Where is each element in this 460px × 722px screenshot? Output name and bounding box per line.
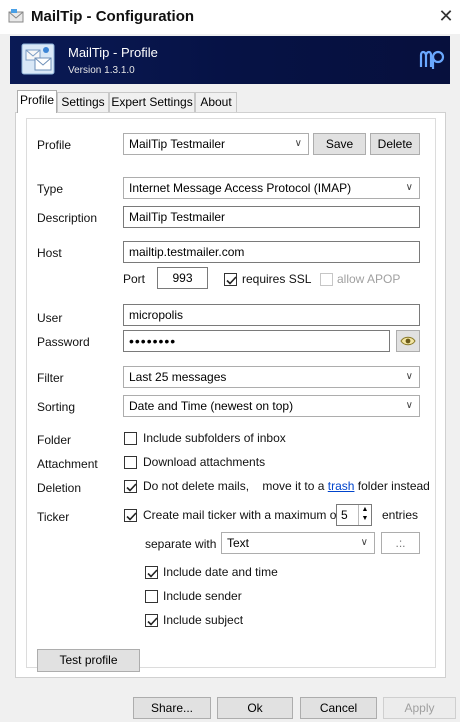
separate-with-label: separate with — [145, 537, 217, 551]
include-sender-label: Include sender — [163, 589, 242, 603]
password-label: Password — [37, 335, 90, 349]
download-attachments-checkbox[interactable] — [124, 456, 137, 469]
check-icon — [126, 483, 137, 492]
user-label: User — [37, 311, 63, 325]
ssl-label: requires SSL — [242, 272, 312, 286]
tab-about[interactable]: About — [195, 92, 237, 112]
include-subfolders-checkbox[interactable] — [124, 432, 137, 445]
banner-title: MailTip - Profile — [68, 45, 158, 60]
user-input[interactable]: micropolis — [123, 304, 420, 326]
create-ticker-checkbox[interactable] — [124, 509, 137, 522]
description-input[interactable]: MailTip Testmailer — [123, 206, 420, 228]
check-icon — [147, 569, 158, 578]
include-date-label: Include date and time — [163, 565, 278, 579]
ok-button[interactable]: Ok — [217, 697, 293, 719]
do-not-delete-suffix: folder instead — [357, 479, 430, 493]
tab-settings[interactable]: Settings — [57, 92, 109, 112]
type-select[interactable]: Internet Message Access Protocol (IMAP) … — [123, 177, 420, 199]
eye-icon-glyph — [400, 336, 416, 346]
password-input[interactable]: •••••••• — [123, 330, 390, 352]
chevron-down-icon: ∨ — [405, 182, 413, 193]
chevron-down-icon: ∨ — [294, 138, 302, 149]
attachment-label: Attachment — [37, 457, 98, 471]
include-subfolders-label: Include subfolders of inbox — [143, 431, 286, 445]
folder-label: Folder — [37, 433, 72, 447]
profile-group-box — [26, 118, 436, 668]
download-attachments-label: Download attachments — [143, 455, 266, 469]
stepper-arrows-icon[interactable]: ▲ ▼ — [358, 505, 371, 525]
eye-icon[interactable] — [396, 330, 420, 352]
apop-label: allow APOP — [337, 272, 401, 286]
filter-select-value: Last 25 messages — [129, 370, 227, 384]
delete-button[interactable]: Delete — [370, 133, 420, 155]
check-icon — [126, 512, 137, 521]
include-subject-checkbox[interactable] — [145, 614, 158, 627]
description-label: Description — [37, 211, 98, 225]
separator-input[interactable]: .:. — [381, 532, 420, 554]
close-icon[interactable]: ✕ — [436, 6, 456, 26]
ticker-max-value: 5 — [341, 508, 348, 522]
cancel-button[interactable]: Cancel — [300, 697, 377, 719]
create-ticker-label: Create mail ticker with a maximum of — [143, 508, 340, 522]
include-sender-checkbox[interactable] — [145, 590, 158, 603]
profile-select[interactable]: MailTip Testmailer ∨ — [123, 133, 309, 155]
chevron-down-icon: ∨ — [360, 537, 368, 548]
filter-select[interactable]: Last 25 messages ∨ — [123, 366, 420, 388]
host-label: Host — [37, 246, 62, 260]
sorting-label: Sorting — [37, 400, 76, 414]
mailtip-brand-icon — [419, 50, 445, 69]
do-not-delete-checkbox[interactable] — [124, 480, 137, 493]
port-label: Port — [123, 272, 146, 286]
ticker-max-stepper[interactable]: 5 ▲ ▼ — [336, 504, 372, 526]
separator-type-select[interactable]: Text ∨ — [221, 532, 375, 554]
chevron-down-icon: ∨ — [405, 371, 413, 382]
include-date-checkbox[interactable] — [145, 566, 158, 579]
check-icon — [226, 276, 237, 285]
header-banner: MailTip - Profile Version 1.3.1.0 — [10, 36, 450, 84]
type-select-value: Internet Message Access Protocol (IMAP) — [129, 181, 352, 195]
save-button[interactable]: Save — [313, 133, 366, 155]
chevron-down-icon: ∨ — [405, 400, 413, 411]
app-envelope-icon — [21, 43, 55, 75]
filter-label: Filter — [37, 371, 64, 385]
type-label: Type — [37, 182, 64, 196]
profile-select-value: MailTip Testmailer — [129, 137, 226, 151]
check-icon — [147, 617, 158, 626]
include-subject-label: Include subject — [163, 613, 244, 627]
trash-link[interactable]: trash — [328, 479, 355, 493]
tab-expert-settings[interactable]: Expert Settings — [109, 92, 195, 112]
apply-button[interactable]: Apply — [383, 697, 456, 719]
profile-label: Profile — [37, 138, 72, 152]
deletion-label: Deletion — [37, 481, 82, 495]
window-title: MailTip - Configuration — [31, 8, 195, 25]
sorting-select[interactable]: Date and Time (newest on top) ∨ — [123, 395, 420, 417]
do-not-delete-label: Do not delete mails, move it to a trash … — [143, 479, 430, 493]
ssl-checkbox[interactable] — [224, 273, 237, 286]
port-input[interactable]: 993 — [157, 267, 208, 289]
sorting-select-value: Date and Time (newest on top) — [129, 399, 294, 413]
banner-version: Version 1.3.1.0 — [68, 65, 135, 76]
share-button[interactable]: Share... — [133, 697, 211, 719]
host-input[interactable]: mailtip.testmailer.com — [123, 241, 420, 263]
entries-label: entries — [382, 508, 419, 522]
title-bar: MailTip - Configuration ✕ — [0, 0, 460, 34]
tab-profile[interactable]: Profile — [17, 90, 57, 113]
app-title-icon — [8, 9, 24, 23]
apop-checkbox[interactable] — [320, 273, 333, 286]
separator-type-value: Text — [227, 536, 250, 550]
test-profile-button[interactable]: Test profile — [37, 649, 140, 672]
do-not-delete-prefix: Do not delete mails, move it to a — [143, 479, 325, 493]
ticker-label: Ticker — [37, 510, 70, 524]
